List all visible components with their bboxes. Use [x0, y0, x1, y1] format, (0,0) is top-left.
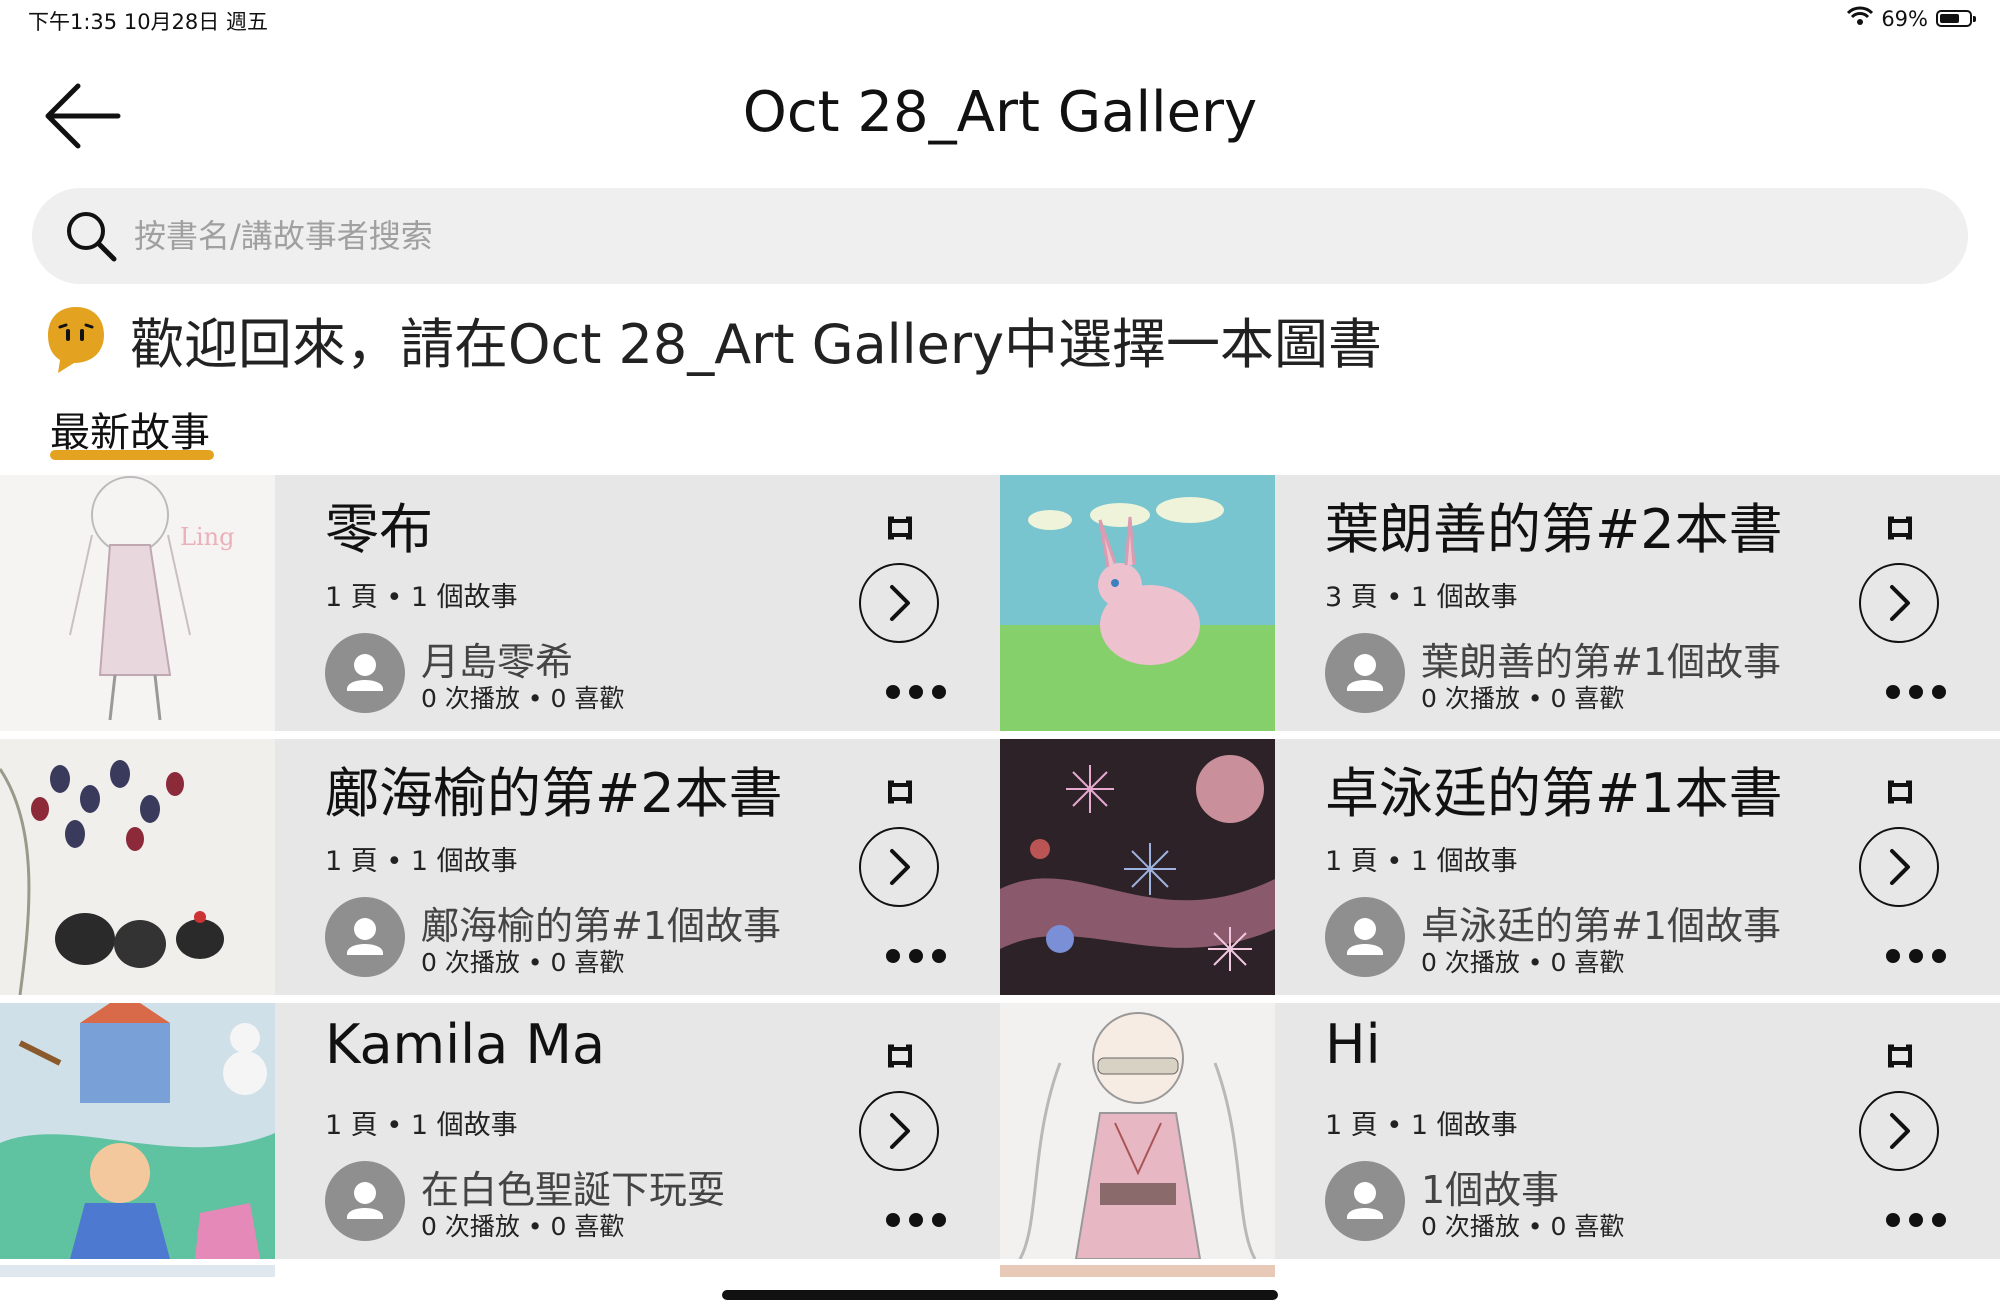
- story-title: 月島零希: [421, 640, 574, 684]
- story-title: 卓泳廷的第#1個故事: [1421, 904, 1782, 948]
- more-options-button[interactable]: [1886, 949, 1946, 963]
- book-cover-image: Ling: [0, 475, 275, 731]
- more-options-button[interactable]: [1886, 1213, 1946, 1227]
- next-row-thumbnail-peek: [1000, 1265, 1275, 1277]
- book-card[interactable]: 葉朗善的第#2本書 3 頁 • 1 個故事 葉朗善的第#1個故事 0 次播放 •…: [1000, 475, 2000, 731]
- avatar: [1325, 633, 1405, 713]
- book-title: 鄺海榆的第#2本書: [325, 762, 783, 825]
- book-card[interactable]: Kamila Ma 1 頁 • 1 個故事 在白色聖誕下玩耍 0 次播放 • 0…: [0, 1003, 1000, 1259]
- chevron-right-icon: [890, 585, 910, 621]
- open-book-button[interactable]: [859, 1091, 939, 1171]
- more-options-button[interactable]: [886, 949, 946, 963]
- page-title: Oct 28_Art Gallery: [742, 80, 1258, 145]
- story-stats: 0 次播放 • 0 喜歡: [1421, 948, 1625, 977]
- book-cover-image: [1000, 475, 1275, 731]
- story-stats: 0 次播放 • 0 喜歡: [421, 948, 625, 977]
- story-stats: 0 次播放 • 0 喜歡: [421, 684, 625, 713]
- book-title: 零布: [325, 498, 433, 561]
- book-meta: 1 頁 • 1 個故事: [325, 582, 518, 613]
- avatar: [325, 897, 405, 977]
- book-title: 卓泳廷的第#1本書: [1325, 762, 1783, 825]
- book-meta: 1 頁 • 1 個故事: [1325, 1110, 1518, 1141]
- story-stats: 0 次播放 • 0 喜歡: [421, 1212, 625, 1241]
- battery-icon: [1936, 10, 1976, 27]
- open-book-button[interactable]: [1859, 563, 1939, 643]
- more-options-button[interactable]: [886, 1213, 946, 1227]
- book-cover-image: [1000, 739, 1275, 995]
- book-meta: 1 頁 • 1 個故事: [325, 1110, 518, 1141]
- tab-active-indicator: [50, 450, 214, 460]
- book-meta: 1 頁 • 1 個故事: [1325, 846, 1518, 877]
- search-icon: [67, 212, 117, 262]
- mascot-icon: [48, 306, 104, 373]
- book-card[interactable]: Hi 1 頁 • 1 個故事 1個故事 0 次播放 • 0 喜歡: [1000, 1003, 2000, 1259]
- book-cover-image: [0, 1003, 275, 1259]
- home-indicator[interactable]: [722, 1290, 1278, 1300]
- more-options-button[interactable]: [886, 685, 946, 699]
- book-title: Hi: [1325, 1013, 1381, 1076]
- battery-percent: 69%: [1881, 6, 1928, 31]
- bookmark-icon[interactable]: [887, 1043, 913, 1069]
- avatar: [325, 633, 405, 713]
- bookmark-icon[interactable]: [1887, 779, 1913, 805]
- user-icon: [1347, 918, 1383, 955]
- avatar: [1325, 1161, 1405, 1241]
- book-card[interactable]: 卓泳廷的第#1本書 1 頁 • 1 個故事 卓泳廷的第#1個故事 0 次播放 •…: [1000, 739, 2000, 995]
- welcome-banner: 歡迎回來，請在Oct 28_Art Gallery中選擇一本圖書: [46, 300, 1382, 379]
- more-options-button[interactable]: [1886, 685, 1946, 699]
- book-card[interactable]: Ling 零布 1 頁 • 1 個故事 月島零希 0 次播放 • 0 喜歡: [0, 475, 1000, 731]
- book-card[interactable]: 鄺海榆的第#2本書 1 頁 • 1 個故事 鄺海榆的第#1個故事 0 次播放 •…: [0, 739, 1000, 995]
- story-title: 葉朗善的第#1個故事: [1421, 640, 1782, 684]
- bookmark-icon[interactable]: [1887, 515, 1913, 541]
- open-book-button[interactable]: [1859, 827, 1939, 907]
- user-icon: [347, 1182, 383, 1219]
- status-time-date: 下午1:35 10月28日 週五: [28, 10, 268, 34]
- book-cover-image: [0, 739, 275, 995]
- user-icon: [1347, 1182, 1383, 1219]
- bookmark-icon[interactable]: [887, 779, 913, 805]
- chevron-right-icon: [1890, 585, 1910, 621]
- search-bar[interactable]: [32, 188, 1968, 284]
- user-icon: [347, 654, 383, 691]
- book-cover-image: [1000, 1003, 1275, 1259]
- next-row-thumbnail-peek: [0, 1265, 275, 1277]
- chevron-right-icon: [1890, 849, 1910, 885]
- open-book-button[interactable]: [859, 563, 939, 643]
- open-book-button[interactable]: [1859, 1091, 1939, 1171]
- book-title: Kamila Ma: [325, 1013, 606, 1076]
- bookmark-icon[interactable]: [887, 515, 913, 541]
- svg-text:Ling: Ling: [180, 523, 234, 551]
- search-input[interactable]: [132, 216, 1836, 256]
- book-meta: 3 頁 • 1 個故事: [1325, 582, 1518, 613]
- book-meta: 1 頁 • 1 個故事: [325, 846, 518, 877]
- battery-level: [1940, 14, 1960, 23]
- bookmark-icon[interactable]: [1887, 1043, 1913, 1069]
- story-stats: 0 次播放 • 0 喜歡: [1421, 1212, 1625, 1241]
- user-icon: [1347, 654, 1383, 691]
- chevron-right-icon: [1890, 1113, 1910, 1149]
- welcome-text: 歡迎回來，請在Oct 28_Art Gallery中選擇一本圖書: [130, 313, 1383, 376]
- story-title: 在白色聖誕下玩耍: [421, 1168, 726, 1212]
- avatar: [1325, 897, 1405, 977]
- wifi-icon: [1847, 6, 1874, 31]
- chevron-right-icon: [890, 1113, 910, 1149]
- chevron-right-icon: [890, 849, 910, 885]
- open-book-button[interactable]: [859, 827, 939, 907]
- user-icon: [347, 918, 383, 955]
- story-title: 1個故事: [1421, 1168, 1560, 1212]
- story-title: 鄺海榆的第#1個故事: [421, 904, 782, 948]
- book-title: 葉朗善的第#2本書: [1325, 498, 1783, 561]
- status-right: 69%: [1847, 6, 1976, 31]
- avatar: [325, 1161, 405, 1241]
- story-stats: 0 次播放 • 0 喜歡: [1421, 684, 1625, 713]
